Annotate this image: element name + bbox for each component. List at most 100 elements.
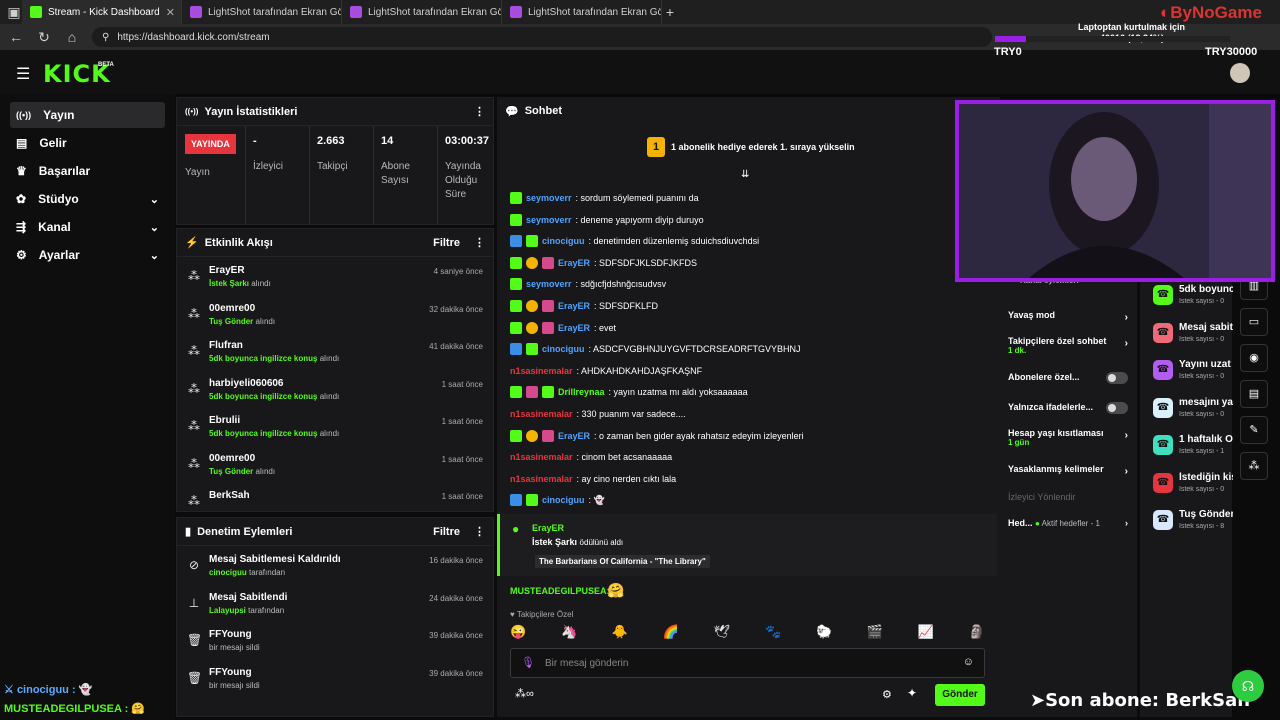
activity-item[interactable]: ⁂ ErayER İstek Şarkı alındı 4 saniye önce xyxy=(177,261,493,298)
chat-message[interactable]: n1sasinemalar: ay cino nerden cıktı lala xyxy=(510,472,676,486)
chat-username[interactable]: Drillreynaa xyxy=(558,387,605,397)
home-icon[interactable]: ⌂ xyxy=(64,29,80,45)
chat-message[interactable]: n1sasinemalar: AHDKAHDKAHDJAŞFKAŞNF xyxy=(510,364,702,378)
send-button[interactable]: Gönder xyxy=(935,684,985,706)
chat-username[interactable]: n1sasinemalar xyxy=(510,366,573,376)
chat-message[interactable]: seymoverr: deneme yapıyorm diyip duruyo xyxy=(510,213,704,227)
chat-username[interactable]: n1sasinemalar xyxy=(510,409,573,419)
chat-username[interactable]: cinociguu xyxy=(542,236,585,246)
chat-username[interactable]: n1sasinemalar xyxy=(510,474,573,484)
layout-icon[interactable]: ▤ xyxy=(1240,380,1268,408)
message-input[interactable]: Bir mesaj gönderin xyxy=(545,658,628,669)
activity-item[interactable]: ⁂ Flufran 5dk boyunca ingilizce konuş alın… xyxy=(177,336,493,373)
reload-icon[interactable]: ↻ xyxy=(36,29,52,46)
mod-option[interactable]: Abonelere özel... xyxy=(1008,372,1130,384)
sidebar-item-kanal[interactable]: ⇶ Kanal ⌄ xyxy=(10,214,165,240)
chat-last-user[interactable]: MUSTEADEGILPUSEA: xyxy=(510,586,610,596)
emote-icon[interactable]: 📈 xyxy=(918,624,934,640)
moderation-item[interactable]: 🗑 FFYoung bir mesajı sildi 39 dakika önce xyxy=(177,625,493,662)
chat-message[interactable]: cinociguu: denetimden düzenlemiş sduichs… xyxy=(510,234,759,248)
reward-item[interactable]: ☎ İstediğin kiş İstek sayısı - 0 xyxy=(1153,470,1233,498)
window-icon[interactable]: ▣ xyxy=(6,4,22,21)
activity-item[interactable]: ⁂ Ebrulii 5dk boyunca ingilizce konuş alın… xyxy=(177,411,493,448)
message-input-box[interactable]: 🎙 Bir mesaj gönderin ☺ xyxy=(510,648,985,678)
more-options-icon[interactable]: ⋮ xyxy=(474,236,485,249)
reward-item[interactable]: ☎5dk boyuncaİstek sayısı - 0 xyxy=(1153,282,1233,310)
close-tab-icon[interactable]: ✕ xyxy=(166,6,175,19)
chat-bubble-icon[interactable]: ▭ xyxy=(1240,308,1268,336)
reward-item[interactable]: ☎ Tuş Gönder İstek sayısı - 8 xyxy=(1153,507,1233,535)
moderation-item[interactable]: 🗑 FFYoung bir mesajı sildi 39 dakika önce xyxy=(177,663,493,700)
chat-username[interactable]: seymoverr xyxy=(526,215,572,225)
sidebar-item-studyo[interactable]: ✿ Stüdyo ⌄ xyxy=(10,186,165,212)
chat-message[interactable]: seymoverr: sdğıcfjdshnğcısudvsv xyxy=(510,277,666,291)
activity-item[interactable]: ⁂ BerkSah 1 saat önce xyxy=(177,486,493,511)
emote-icon[interactable]: 🗿 xyxy=(969,624,985,640)
chat-message[interactable]: n1sasinemalar: 330 puanım var sadece.... xyxy=(510,407,686,421)
emote-icon[interactable]: 🕊 xyxy=(714,624,731,640)
viewer-redirect[interactable]: İzleyici Yönlendir xyxy=(1008,492,1075,502)
chat-message[interactable]: ErayER: o zaman ben gider ayak rahatsız … xyxy=(510,429,804,443)
mod-option[interactable]: Yavaş mod › xyxy=(1008,310,1130,323)
chat-username[interactable]: cinociguu xyxy=(542,344,585,354)
activity-item[interactable]: ⁂ harbiyeli060606 5dk boyunca ingilizce ko… xyxy=(177,374,493,411)
support-headset-icon[interactable]: ☊ xyxy=(1232,670,1264,702)
filter-button[interactable]: Filtre xyxy=(433,526,460,538)
gift-promo[interactable]: 1 1 abonelik hediye ederek 1. sıraya yük… xyxy=(647,137,855,157)
emote-icon[interactable]: 🎬 xyxy=(867,624,883,640)
reward-item[interactable]: ☎ Yayını uzat İstek sayısı - 0 xyxy=(1153,357,1233,385)
chat-username[interactable]: seymoverr xyxy=(526,193,572,203)
settings-gear-icon[interactable]: ⚙ xyxy=(882,688,892,701)
emote-icon[interactable]: 🐑 xyxy=(816,624,832,640)
chat-message[interactable]: Drillreynaa: yayın uzatma mı aldı yoksaa… xyxy=(510,385,748,399)
sidebar-item-gelir[interactable]: ▤ Gelir xyxy=(10,130,165,156)
chat-username[interactable]: ErayER xyxy=(558,323,590,333)
mod-option[interactable]: Yasaklanmış kelimeler › xyxy=(1008,464,1130,477)
reward-item[interactable]: ☎ mesajını yay İstek sayısı - 0 xyxy=(1153,395,1233,423)
tab-0[interactable]: Stream - Kick Dashboard ✕ xyxy=(22,0,182,24)
user-avatar[interactable] xyxy=(1230,63,1250,83)
sidebar-item-yayin[interactable]: ((•)) Yayın xyxy=(10,102,165,128)
sidebar-item-ayarlar[interactable]: ⚙ Ayarlar ⌄ xyxy=(10,242,165,268)
tab-1[interactable]: LightShot tarafından Ekran Görün✕ xyxy=(182,0,342,24)
mod-option[interactable]: Yalnızca ifadelerle... xyxy=(1008,402,1130,414)
activity-item[interactable]: ⁂ 00emre00 Tuş Gönder alındı 32 dakika önce xyxy=(177,299,493,336)
reward-item[interactable]: ☎ Mesaj sabitl İstek sayısı - 0 xyxy=(1153,320,1233,348)
sidebar-item-basarilar[interactable]: ♛ Başarılar xyxy=(10,158,165,184)
more-options-icon[interactable]: ⋮ xyxy=(474,105,485,118)
chat-message[interactable]: seymoverr: sordum söylemedi puanını da xyxy=(510,191,699,205)
emote-icon[interactable]: 🦄 xyxy=(561,624,577,640)
chat-message[interactable]: ErayER: evet xyxy=(510,321,616,335)
microphone-icon[interactable]: 🎙 xyxy=(521,656,535,669)
back-icon[interactable]: ← xyxy=(8,29,24,45)
more-options-icon[interactable]: ⋮ xyxy=(474,525,485,538)
emote-icon[interactable]: 😜 xyxy=(510,624,526,640)
chat-message[interactable]: cinociguu: ASDCFVGBHNJUYGVFTDCRSEADRFTGV… xyxy=(510,342,801,356)
chat-message[interactable]: cinociguu: 👻 xyxy=(510,493,605,507)
toggle-switch[interactable] xyxy=(1106,372,1128,384)
puzzle-icon[interactable]: ✦ xyxy=(907,686,917,700)
wrench-icon[interactable]: ✎ xyxy=(1240,416,1268,444)
chat-username[interactable]: ErayER xyxy=(558,258,590,268)
chat-message[interactable]: ErayER: SDFSDFJKLSDFJKFDS xyxy=(510,256,697,270)
points-icon[interactable]: ⁂∞ xyxy=(515,687,534,700)
emote-icon[interactable]: 🐥 xyxy=(612,624,628,640)
scroll-down-icon[interactable]: ⇊ xyxy=(741,169,749,180)
new-tab-button[interactable]: + xyxy=(662,4,678,20)
emoji-picker-icon[interactable]: ☺ xyxy=(963,656,974,668)
chat-message[interactable]: ErayER: SDFSDFKLFD xyxy=(510,299,658,313)
mod-option[interactable]: Hesap yaşı kısıtlaması 1 gün › xyxy=(1008,428,1130,447)
tab-3[interactable]: LightShot tarafından Ekran Görün✕ xyxy=(502,0,662,24)
toggle-switch[interactable] xyxy=(1106,402,1128,414)
emote-icon[interactable]: 🐾 xyxy=(765,624,781,640)
mod-option[interactable]: Takipçilere özel sohbet 1 dk. › xyxy=(1008,336,1130,355)
moderation-item[interactable]: ⊥ Mesaj Sabitlendi Lalayupsi tarafından 24 … xyxy=(177,588,493,625)
emote-icon[interactable]: 🌈 xyxy=(663,624,679,640)
chat-username[interactable]: ErayER xyxy=(558,301,590,311)
goals-option[interactable]: Hed... ● Aktif hedefler - 1 › xyxy=(1008,518,1130,528)
points-icon[interactable]: ⁂ xyxy=(1240,452,1268,480)
tab-2[interactable]: LightShot tarafından Ekran Görün✕ xyxy=(342,0,502,24)
chat-message[interactable]: n1sasinemalar: cinom bet acsanaaaaa xyxy=(510,450,672,464)
chat-username[interactable]: n1sasinemalar xyxy=(510,452,573,462)
chat-username[interactable]: ErayER xyxy=(558,431,590,441)
